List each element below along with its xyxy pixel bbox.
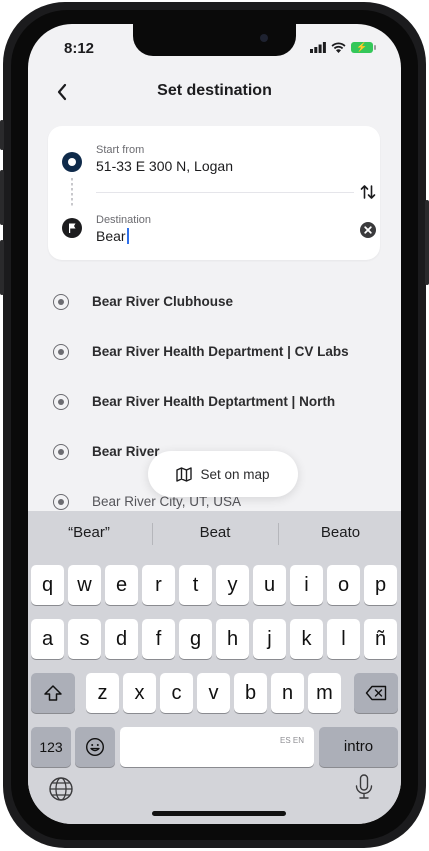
field-divider bbox=[96, 192, 354, 193]
key[interactable]: s bbox=[68, 619, 101, 659]
key[interactable]: h bbox=[216, 619, 249, 659]
key[interactable]: w bbox=[68, 565, 101, 605]
flag-icon bbox=[62, 218, 82, 238]
power-button bbox=[425, 200, 429, 285]
route-card: Start from 51-33 E 300 N, Logan Destinat… bbox=[48, 126, 380, 260]
key[interactable]: c bbox=[160, 673, 193, 713]
suggestion-divider bbox=[152, 523, 153, 545]
wifi-icon bbox=[331, 42, 346, 53]
key[interactable]: j bbox=[253, 619, 286, 659]
key[interactable]: z bbox=[86, 673, 119, 713]
set-on-map-button[interactable]: Set on map bbox=[148, 451, 298, 497]
key[interactable]: d bbox=[105, 619, 138, 659]
suggestion-item[interactable]: Beato bbox=[280, 511, 401, 555]
close-icon bbox=[364, 226, 372, 234]
space-language-label: ES EN bbox=[279, 736, 304, 745]
place-radio-icon bbox=[53, 344, 69, 360]
result-title: Bear River Health Department | CV Labs bbox=[92, 344, 349, 359]
result-item[interactable]: Bear River Health Department | CV Labs bbox=[28, 336, 401, 386]
battery-charging-icon: ⚡ bbox=[351, 42, 376, 53]
place-radio-icon bbox=[53, 444, 69, 460]
result-item[interactable]: Bear River Health Deptartment | North bbox=[28, 386, 401, 436]
swap-arrows-icon bbox=[360, 185, 376, 199]
place-radio-icon bbox=[53, 294, 69, 310]
key[interactable]: n bbox=[271, 673, 304, 713]
destination-value: Bear bbox=[96, 228, 126, 244]
place-radio-icon bbox=[53, 394, 69, 410]
clear-button[interactable] bbox=[360, 222, 376, 238]
notch bbox=[133, 24, 296, 56]
dictation-key[interactable] bbox=[352, 773, 376, 803]
key[interactable]: k bbox=[290, 619, 323, 659]
key[interactable]: y bbox=[216, 565, 249, 605]
key[interactable]: p bbox=[364, 565, 397, 605]
space-key[interactable]: ES EN bbox=[120, 727, 314, 767]
keyboard: “Bear” Beat Beato q w e r t y u i o p a … bbox=[28, 511, 401, 824]
start-location-icon bbox=[62, 152, 82, 172]
front-camera bbox=[260, 34, 268, 42]
emoji-key[interactable] bbox=[75, 727, 115, 767]
backspace-icon bbox=[365, 685, 387, 701]
destination-input[interactable]: Bear bbox=[96, 228, 129, 244]
cellular-signal-icon bbox=[310, 42, 326, 53]
set-on-map-label: Set on map bbox=[200, 466, 270, 482]
location-pin-icon bbox=[53, 494, 69, 510]
nav-bar: Set destination bbox=[28, 72, 401, 112]
result-title: Bear River Health Deptartment | North bbox=[92, 394, 336, 409]
page-title: Set destination bbox=[157, 82, 272, 99]
start-field[interactable]: 51-33 E 300 N, Logan bbox=[96, 158, 233, 174]
status-icons: ⚡ bbox=[310, 42, 376, 53]
key[interactable]: v bbox=[197, 673, 230, 713]
globe-icon bbox=[49, 777, 73, 801]
key[interactable]: a bbox=[31, 619, 64, 659]
result-title: Bear River bbox=[92, 444, 160, 459]
start-label: Start from bbox=[96, 144, 145, 156]
return-key[interactable]: intro bbox=[319, 727, 398, 767]
map-icon bbox=[176, 466, 193, 482]
volume-down-button bbox=[0, 240, 4, 295]
key[interactable]: u bbox=[253, 565, 286, 605]
key[interactable]: g bbox=[179, 619, 212, 659]
key[interactable]: t bbox=[179, 565, 212, 605]
phone-screen: 8:12 ⚡ Set destination Start from 51-33 … bbox=[28, 24, 401, 824]
suggestion-divider bbox=[278, 523, 279, 545]
key[interactable]: b bbox=[234, 673, 267, 713]
destination-label: Destination bbox=[96, 214, 152, 226]
delete-key[interactable] bbox=[354, 673, 398, 713]
result-title: Bear River Clubhouse bbox=[92, 294, 234, 309]
key[interactable]: x bbox=[123, 673, 156, 713]
status-time: 8:12 bbox=[64, 40, 95, 57]
route-connector bbox=[71, 178, 73, 208]
suggestion-item[interactable]: Beat bbox=[154, 511, 276, 555]
silent-switch bbox=[0, 120, 4, 150]
suggestion-item[interactable]: “Bear” bbox=[28, 511, 150, 555]
key[interactable]: ñ bbox=[364, 619, 397, 659]
globe-key[interactable] bbox=[48, 776, 78, 806]
key[interactable]: q bbox=[31, 565, 64, 605]
text-cursor bbox=[126, 228, 129, 244]
emoji-icon bbox=[85, 737, 105, 757]
key[interactable]: m bbox=[308, 673, 341, 713]
key[interactable]: e bbox=[105, 565, 138, 605]
key[interactable]: r bbox=[142, 565, 175, 605]
shift-icon bbox=[44, 685, 62, 701]
shift-key[interactable] bbox=[31, 673, 75, 713]
result-item[interactable]: Bear River Clubhouse bbox=[28, 286, 401, 336]
numbers-key[interactable]: 123 bbox=[31, 727, 71, 767]
key[interactable]: l bbox=[327, 619, 360, 659]
key[interactable]: f bbox=[142, 619, 175, 659]
home-indicator[interactable] bbox=[152, 811, 286, 816]
key[interactable]: o bbox=[327, 565, 360, 605]
swap-button[interactable] bbox=[360, 182, 376, 202]
suggestion-bar: “Bear” Beat Beato bbox=[28, 511, 401, 555]
volume-up-button bbox=[0, 170, 4, 225]
microphone-icon bbox=[355, 774, 373, 799]
key[interactable]: i bbox=[290, 565, 323, 605]
